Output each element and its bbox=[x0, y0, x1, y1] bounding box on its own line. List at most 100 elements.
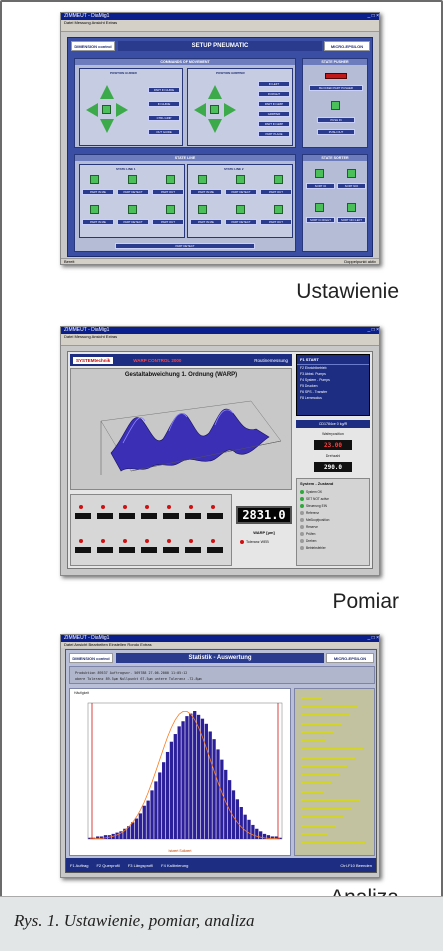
caption-setup: Ustawienie bbox=[296, 280, 399, 303]
gripper-left-icon[interactable] bbox=[194, 103, 206, 117]
pusher-btn-1[interactable]: PUSH IN bbox=[317, 117, 355, 123]
line2-btn-0[interactable]: PART IN ME bbox=[190, 189, 222, 195]
readout-led-icon bbox=[211, 539, 215, 543]
readout-led-icon bbox=[79, 505, 83, 509]
gripper-btn-4[interactable]: PART IN GRIP bbox=[258, 121, 290, 127]
gripper-btn-1[interactable]: IN RIGHT bbox=[258, 91, 290, 97]
histogram-bar bbox=[208, 731, 212, 839]
line1-label: STATE LINE 1 bbox=[116, 167, 136, 171]
sorter-btn-2[interactable]: SORT IO RIGHT bbox=[306, 217, 335, 223]
readout-box bbox=[97, 547, 113, 553]
line2-sq-0 bbox=[198, 175, 207, 184]
line1-btn-3[interactable]: PART IN ME bbox=[82, 219, 114, 225]
footer-exit[interactable]: Ctrl-F10 Beenden bbox=[340, 863, 372, 868]
footer-f3[interactable]: F3 Längsprofil bbox=[128, 863, 153, 868]
state-led-icon bbox=[300, 489, 304, 494]
arrow-left-icon[interactable] bbox=[86, 103, 98, 117]
histogram-area: Häufigkeit Istwert Sollwert bbox=[69, 688, 291, 856]
sorter-btn-3[interactable]: SORT NIO LEFT bbox=[337, 217, 366, 223]
line2-btn-4[interactable]: PART DETECT bbox=[225, 219, 257, 225]
sorter-btn-1[interactable]: SORT NIO bbox=[337, 183, 366, 189]
line2-box: STATE LINE 2 PART IN ME PART DETECT PART… bbox=[187, 164, 293, 238]
side-head[interactable]: F1 START bbox=[297, 355, 369, 365]
readout-box bbox=[163, 547, 179, 553]
readout-box bbox=[207, 547, 223, 553]
guider-btn-2[interactable]: CTRL GRIP bbox=[148, 115, 180, 121]
line1-btn-1[interactable]: PART DETECT bbox=[117, 189, 149, 195]
guider-btn-3[interactable]: OUT GUIDE bbox=[148, 129, 180, 135]
serial-label: Drehzahl bbox=[325, 454, 341, 458]
state-item: System OK bbox=[300, 488, 369, 495]
state-item: Prüfen bbox=[300, 530, 369, 537]
gripper-up-icon[interactable] bbox=[208, 85, 222, 99]
histogram-bar bbox=[146, 800, 150, 839]
gripper-btn-2[interactable]: PART IN GRIP bbox=[258, 101, 290, 107]
line2-btn-1[interactable]: PART DETECT bbox=[225, 189, 257, 195]
readout-box bbox=[97, 513, 113, 519]
side-item-5[interactable]: F8 Lernmodus bbox=[297, 395, 369, 401]
histogram-bar bbox=[103, 835, 108, 839]
arrow-up-icon[interactable] bbox=[100, 85, 114, 99]
line-footer-btn[interactable]: PART DETECT bbox=[115, 243, 255, 249]
state-led-icon bbox=[300, 538, 304, 543]
measure-header: SYSTEMtechnik WARP CONTROL 2000 Routinem… bbox=[70, 354, 292, 366]
serial-value: 290.0 bbox=[314, 462, 352, 472]
state-head: System - Zustand bbox=[300, 481, 334, 486]
pusher-green bbox=[331, 101, 340, 110]
state-led-icon bbox=[300, 510, 304, 515]
state-led-icon bbox=[300, 496, 304, 501]
pusher-btn-2[interactable]: PUSH OUT bbox=[317, 129, 355, 135]
histogram-bar bbox=[247, 819, 251, 839]
line1-btn-5[interactable]: PART OUT bbox=[152, 219, 184, 225]
stats-line bbox=[301, 833, 328, 835]
histogram-bar bbox=[251, 824, 255, 839]
stats-line bbox=[301, 697, 321, 699]
line1-btn-2[interactable]: PART OUT bbox=[152, 189, 184, 195]
stats-line bbox=[301, 816, 344, 818]
line2-btn-3[interactable]: PART IN ME bbox=[190, 219, 222, 225]
line2-sq-1 bbox=[236, 175, 245, 184]
gripper-btn-5[interactable]: PART PLACE bbox=[258, 131, 290, 137]
line1-btn-0[interactable]: PART IN ME bbox=[82, 189, 114, 195]
stats-line bbox=[301, 739, 326, 742]
guider-btn-0[interactable]: PART IN GUIDE bbox=[148, 87, 180, 93]
line2-btn-2[interactable]: PART OUT bbox=[260, 189, 292, 195]
footer-f2[interactable]: F2 Querprofil bbox=[96, 863, 119, 868]
setup-screenshot: ZIMMEUT - DiaMig1 _ □ × Datei Messung Ans… bbox=[60, 12, 380, 265]
line1-sq-2 bbox=[166, 175, 175, 184]
warp-surface bbox=[110, 408, 270, 472]
line1-sq-4 bbox=[128, 205, 137, 214]
reading-label: CD1784ce 0 kg/R bbox=[296, 420, 370, 428]
readout-led-icon bbox=[123, 539, 127, 543]
arrow-right-icon[interactable] bbox=[116, 103, 128, 117]
line1-btn-4[interactable]: PART DETECT bbox=[117, 219, 149, 225]
histogram-bar bbox=[196, 714, 201, 839]
setup-logo-right: MICRO-EPSILON bbox=[324, 41, 370, 51]
state-item: Reserve bbox=[300, 523, 369, 530]
gripper-right-icon[interactable] bbox=[224, 103, 236, 117]
analysis-logo-right: MICRO-EPSILON bbox=[326, 653, 374, 663]
arrow-down-icon[interactable] bbox=[100, 119, 114, 133]
stats-line bbox=[301, 799, 360, 801]
histogram-bar bbox=[212, 739, 216, 839]
gripper-btn-0[interactable]: IN LEFT bbox=[258, 81, 290, 87]
setup-statusbar: Bereit Doppelpunkt aktiv bbox=[61, 258, 379, 264]
guider-btn-1[interactable]: IN GUIDE bbox=[148, 101, 180, 107]
histogram-bar bbox=[162, 762, 166, 839]
sorter-btn-0[interactable]: SORT IO bbox=[306, 183, 335, 189]
pusher-btn-0[interactable]: BLOCKED PART PUSHER bbox=[309, 85, 363, 91]
analysis-menubar[interactable]: Datei Ansicht Bearbeiten Einstellen Rond… bbox=[61, 642, 379, 648]
gripper-down-icon[interactable] bbox=[208, 119, 222, 133]
line2-btn-5[interactable]: PART OUT bbox=[260, 219, 292, 225]
setup-logo-left: DIMENSION control bbox=[71, 41, 115, 51]
gripper-btn-3[interactable]: GRIPPER bbox=[258, 111, 290, 117]
readout-led-icon bbox=[211, 505, 215, 509]
line1-sq-3 bbox=[90, 205, 99, 214]
state-item: Drehen bbox=[300, 537, 369, 544]
big-unit: WARP [µm] bbox=[253, 530, 275, 535]
footer-f4[interactable]: F4 Kalibrierung bbox=[161, 863, 188, 868]
stats-line bbox=[301, 748, 363, 750]
caption-measure: Pomiar bbox=[332, 590, 399, 613]
footer-f1[interactable]: F1 Auftrag bbox=[70, 863, 88, 868]
readout-led-icon bbox=[101, 505, 105, 509]
